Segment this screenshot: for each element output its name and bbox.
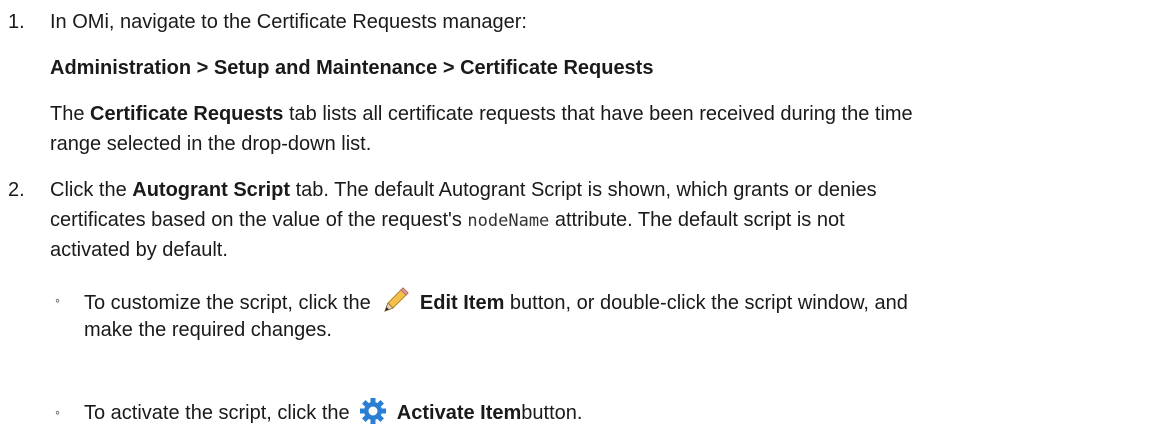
step-number: 2.	[8, 179, 25, 201]
bullet-line1: To activate the script, click the Activa…	[84, 397, 1154, 434]
gear-icon	[359, 397, 387, 434]
bullet-pre: To activate the script, click the	[84, 402, 350, 424]
step-text-bold: Autogrant Script	[132, 179, 291, 201]
bullet-post: button.	[521, 402, 583, 424]
activate-item-label: Activate Item	[396, 402, 522, 424]
step-text-line2: certificates based on the value of the r…	[50, 205, 1150, 236]
step-intro: In OMi, navigate to the Certificate Requ…	[50, 11, 527, 33]
desc-pre: The	[50, 103, 91, 125]
edit-item-label: Edit Item	[419, 292, 505, 314]
line2-post: attribute. The default script is not	[549, 209, 845, 231]
desc-rest: tab lists all certificate requests that …	[283, 103, 913, 125]
desc-bold: Certificate Requests	[90, 103, 284, 125]
step-text-pre: Click the	[50, 179, 133, 201]
menu-path: Administration > Setup and Maintenance >…	[50, 57, 654, 79]
bullet-line2: make the required changes.	[84, 319, 332, 341]
step-text-line1: Click the Autogrant Script tab. The defa…	[50, 175, 1150, 205]
bullet-pre: To customize the script, click the	[84, 292, 371, 314]
bullet-marker: ◦	[55, 404, 60, 420]
step-description: The Certificate Requests tab lists all c…	[50, 99, 1150, 129]
step-number: 1.	[8, 11, 25, 33]
step-description-line2: range selected in the drop-down list.	[50, 133, 372, 155]
line2-pre: certificates based on the value of the r…	[50, 209, 468, 231]
step-text-post: tab. The default Autogrant Script is sho…	[290, 179, 877, 201]
code-attribute: nodeName	[467, 211, 550, 231]
bullet-marker: ◦	[55, 292, 60, 308]
bullet-post: button, or double-click the script windo…	[504, 292, 908, 314]
step-text-line3: activated by default.	[50, 239, 228, 261]
